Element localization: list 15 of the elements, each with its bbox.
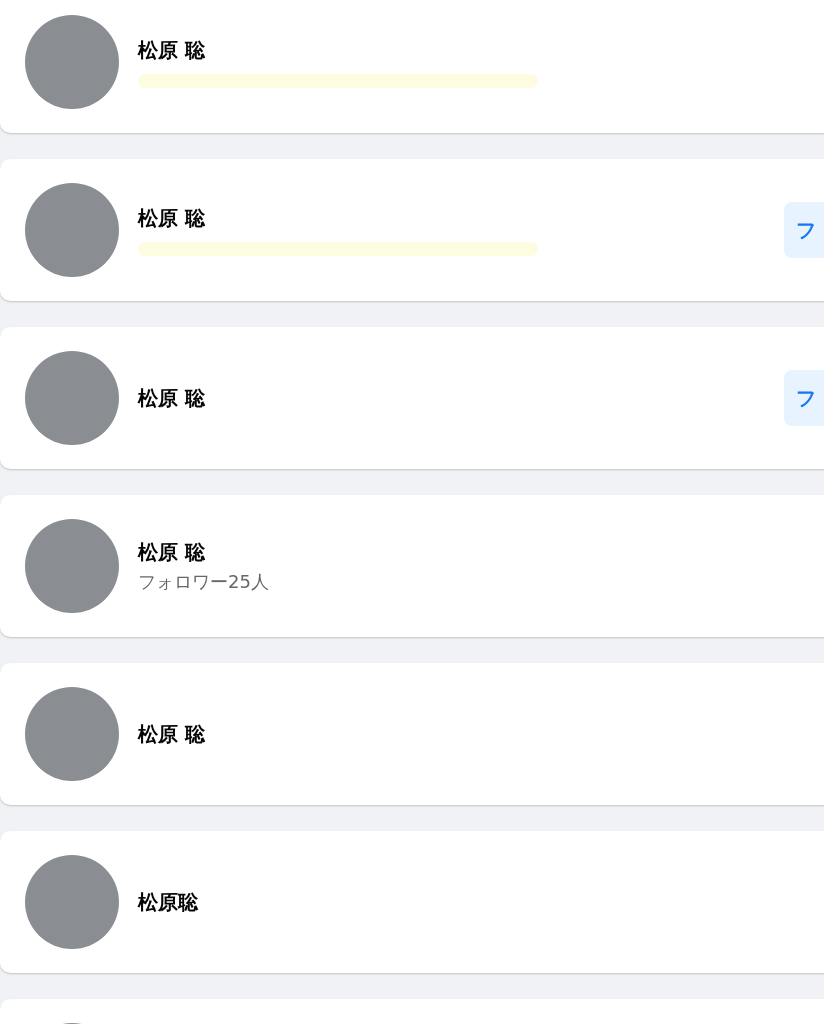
person-name: 松原 聡 — [138, 538, 205, 566]
person-name: 松原聡 — [138, 888, 198, 916]
person-name: 松原 聡 — [138, 36, 205, 64]
person-name: 松原 聡 — [138, 204, 205, 232]
result-card[interactable]: 松原 聡 フ — [0, 327, 824, 469]
person-details: フォロワー25人 — [138, 569, 269, 594]
follow-button[interactable]: フ — [784, 202, 824, 258]
person-name: 松原 聡 — [138, 384, 205, 412]
result-card[interactable]: 松原 聡 フ — [0, 159, 824, 301]
result-card[interactable]: 松原 聡 — [0, 0, 824, 133]
result-card[interactable]: 松原聡 — [0, 831, 824, 973]
person-name: 松原 聡 — [138, 720, 205, 748]
result-card[interactable]: 松原 聡 フォロワー25人 — [0, 495, 824, 637]
result-card[interactable]: 松原 聡 — [0, 663, 824, 805]
follow-button[interactable]: フ — [784, 370, 824, 426]
